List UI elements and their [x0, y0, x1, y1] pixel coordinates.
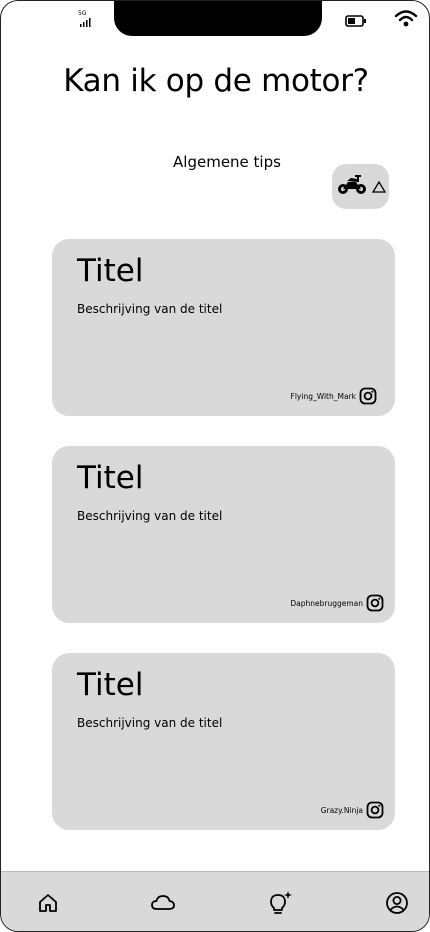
instagram-icon: [366, 801, 384, 819]
nav-weather[interactable]: [149, 889, 177, 917]
profile-icon: [386, 892, 408, 914]
phone-frame: 5G Kan ik op de motor? Algemene tips Tit…: [0, 0, 430, 932]
tip-card[interactable]: Titel Beschrijving van de titel Grazy.Ni…: [52, 653, 395, 830]
card-title: Titel: [77, 253, 144, 289]
tip-card[interactable]: Titel Beschrijving van de titel Daphnebr…: [52, 446, 395, 623]
triangle-up-icon: [372, 181, 386, 193]
card-credit[interactable]: Daphnebruggeman: [290, 594, 384, 612]
notch: [114, 1, 322, 36]
lightbulb-icon: [270, 891, 292, 914]
home-icon: [39, 894, 57, 912]
credit-handle: Flying_With_Mark: [290, 391, 356, 401]
page-title: Kan ik op de motor?: [63, 63, 369, 99]
nav-profile[interactable]: [383, 889, 411, 917]
signal-bars-icon: [80, 18, 91, 27]
nav-home[interactable]: [34, 889, 62, 917]
wifi-icon: [394, 10, 418, 27]
battery-icon: [345, 15, 366, 27]
card-title: Titel: [77, 460, 144, 496]
nav-tips[interactable]: [266, 889, 294, 917]
tip-card[interactable]: Titel Beschrijving van de titel Flying_W…: [52, 239, 395, 416]
bottom-nav-bar: [1, 871, 429, 931]
card-title: Titel: [77, 667, 144, 703]
card-description: Beschrijving van de titel: [77, 716, 223, 730]
motorcycle-icon: [338, 175, 366, 194]
card-credit[interactable]: Grazy.Ninja: [321, 801, 384, 819]
instagram-icon: [359, 387, 377, 405]
card-credit[interactable]: Flying_With_Mark: [291, 387, 377, 405]
cellular-signal: 5G: [78, 10, 96, 29]
motorcycle-filter-button[interactable]: [332, 164, 389, 209]
card-description: Beschrijving van de titel: [77, 509, 223, 523]
credit-handle: Grazy.Ninja: [320, 805, 363, 815]
network-label: 5G: [78, 10, 87, 17]
cloud-icon: [151, 895, 175, 910]
card-description: Beschrijving van de titel: [77, 302, 223, 316]
credit-handle: Daphnebruggeman: [290, 598, 363, 608]
instagram-icon: [366, 594, 384, 612]
